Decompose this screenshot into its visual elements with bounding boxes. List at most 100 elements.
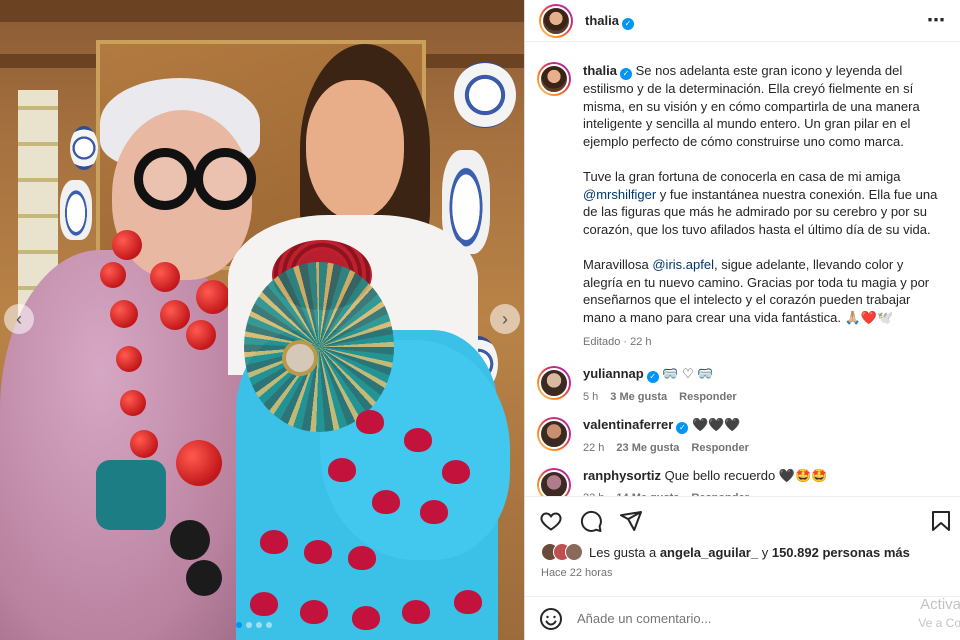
decorative-plate	[454, 62, 516, 128]
comment-username[interactable]: valentinaferrer	[583, 417, 673, 432]
bracelet	[176, 440, 222, 486]
likes-text: Les gusta a angela_aguilar_ y 150.892 pe…	[589, 545, 910, 560]
necklace-bead	[150, 262, 180, 292]
liker-avatar	[565, 543, 583, 561]
post-header: thalia ✓ ⋯	[525, 0, 960, 42]
mention-link[interactable]: @iris.apfel	[652, 257, 714, 272]
liker-avatars	[541, 543, 583, 561]
author-name-wrap: thalia ✓	[585, 12, 634, 30]
comment-text: Que bello recuerdo 🖤🤩🤩	[664, 467, 828, 483]
reply-button[interactable]: Responder	[679, 391, 736, 403]
post-image[interactable]: ‹ ›	[0, 0, 524, 640]
caption-text-3a: Maravillosa	[583, 256, 653, 272]
commenter-avatar[interactable]	[537, 365, 571, 400]
comment-time: 5 h	[583, 390, 599, 403]
dress-heart	[260, 530, 288, 554]
necklace-bead	[100, 262, 126, 288]
comment-text: 🖤🖤🖤	[691, 416, 741, 432]
author-username[interactable]: thalia	[585, 13, 619, 28]
comment-icon[interactable]	[579, 509, 603, 533]
author-avatar[interactable]	[539, 3, 573, 38]
comment-likes[interactable]: 3 Me gusta	[610, 391, 667, 403]
dress-heart	[250, 592, 278, 616]
comment-actions: 22 h 23 Me gusta Responder	[583, 442, 749, 454]
bookmark-icon[interactable]	[929, 509, 953, 533]
ceiling-beam	[0, 0, 524, 22]
necklace-bead	[110, 300, 138, 328]
comment-likes[interactable]: 23 Me gusta	[616, 442, 679, 454]
commenter-avatar[interactable]	[537, 467, 571, 496]
carousel-dot	[246, 622, 252, 628]
likes-middle: y	[758, 544, 772, 560]
necklace-bead	[186, 320, 216, 350]
comment-item: ranphysortiz Que bello recuerdo 🖤🤩🤩22 h1…	[525, 467, 960, 496]
dress-heart	[454, 590, 482, 614]
vase	[60, 180, 92, 240]
thalia-face	[306, 80, 404, 220]
add-comment-bar	[525, 596, 960, 640]
necklace-bead	[160, 300, 190, 330]
carousel-prev-button[interactable]: ‹	[4, 304, 34, 334]
glasses-right	[194, 148, 256, 210]
comment-list: yuliannap ✓ 🥽 ♡ 🥽 5 h3 Me gusta Responder va…	[525, 365, 960, 496]
likes-count-link[interactable]: 150.892 personas más	[772, 545, 910, 560]
comment-line: yuliannap ✓ 🥽 ♡ 🥽	[583, 366, 737, 383]
dress-heart	[420, 500, 448, 524]
comment-body: ranphysortiz Que bello recuerdo 🖤🤩🤩22 h1…	[583, 468, 827, 496]
carousel-dot	[256, 622, 262, 628]
caption-paragraph-2: Tuve la gran fortuna de conocerla en cas…	[583, 168, 943, 238]
watermark-line-2: Ve a Co	[918, 616, 960, 630]
caption-text-1: Se nos adelanta este gran icono y leyend…	[583, 63, 920, 149]
comment-line: ranphysortiz Que bello recuerdo 🖤🤩🤩	[583, 468, 827, 484]
verified-badge-icon: ✓	[676, 421, 689, 434]
verified-badge-icon: ✓	[621, 17, 634, 30]
caption-body: thalia ✓ Se nos adelanta este gran icono …	[583, 62, 943, 352]
comment-username[interactable]: yuliannap	[583, 366, 644, 381]
reply-button[interactable]: Responder	[691, 442, 748, 454]
dress-heart	[442, 460, 470, 484]
verified-badge-icon: ✓	[646, 370, 659, 383]
caption-text-2a: Tuve la gran fortuna de conocerla en cas…	[583, 168, 901, 184]
comment-item: yuliannap ✓ 🥽 ♡ 🥽 5 h 3 Me gusta Responder	[525, 365, 960, 403]
likes-summary: Les gusta a angela_aguilar_ y 150.892 pe…	[525, 533, 960, 561]
emoji-icon[interactable]	[539, 607, 563, 631]
turquoise-necklace	[244, 262, 394, 432]
decorative-plate	[70, 126, 98, 170]
share-icon[interactable]	[619, 509, 643, 533]
comment-line: valentinaferrer ✓ 🖤🖤🖤	[583, 417, 749, 434]
caption-username[interactable]: thalia	[583, 63, 617, 78]
carousel-dot	[236, 622, 242, 628]
heart-icon[interactable]	[539, 509, 563, 533]
carousel-next-button[interactable]: ›	[490, 304, 520, 334]
mention-link[interactable]: @mrshilfiger	[583, 187, 656, 202]
likes-user-link[interactable]: angela_aguilar_	[660, 545, 758, 560]
commenter-avatar[interactable]	[537, 416, 571, 451]
comment-username[interactable]: ranphysortiz	[583, 468, 661, 483]
more-horizontal-icon[interactable]: ⋯	[927, 10, 946, 31]
dress-heart	[300, 600, 328, 624]
carousel-dot	[266, 622, 272, 628]
carousel-indicator	[236, 622, 272, 628]
verified-badge-icon: ✓	[619, 68, 632, 80]
comment-body: yuliannap ✓ 🥽 ♡ 🥽 5 h 3 Me gusta Responder	[583, 366, 737, 403]
comment-input[interactable]	[577, 611, 877, 626]
necklace-bead	[130, 430, 158, 458]
caption-avatar[interactable]	[537, 62, 571, 96]
comments-scroll[interactable]: thalia ✓ Se nos adelanta este gran icono …	[525, 50, 960, 496]
comment-item: valentinaferrer ✓ 🖤🖤🖤 22 h 23 Me gusta Respo…	[525, 416, 960, 454]
medallion	[282, 340, 318, 376]
comment-body: valentinaferrer ✓ 🖤🖤🖤 22 h 23 Me gusta Respo…	[583, 417, 749, 454]
dress-heart	[352, 606, 380, 630]
dress-heart	[402, 600, 430, 624]
caption-edited-time: Editado · 22 h	[583, 336, 652, 349]
comment-actions: 5 h 3 Me gusta Responder	[583, 391, 737, 403]
turquoise-bracelet	[96, 460, 166, 530]
dress-heart	[356, 410, 384, 434]
dress-heart	[372, 490, 400, 514]
post-time: Hace 22 horas	[541, 567, 613, 579]
caption: thalia ✓ Se nos adelanta este gran icono …	[525, 50, 960, 352]
caption-paragraph-1: thalia ✓ Se nos adelanta este gran icono …	[583, 62, 943, 150]
watermark-line-1: Activa	[920, 596, 960, 613]
black-pendant	[186, 560, 222, 596]
post-footer: Les gusta a angela_aguilar_ y 150.892 pe…	[525, 496, 960, 640]
